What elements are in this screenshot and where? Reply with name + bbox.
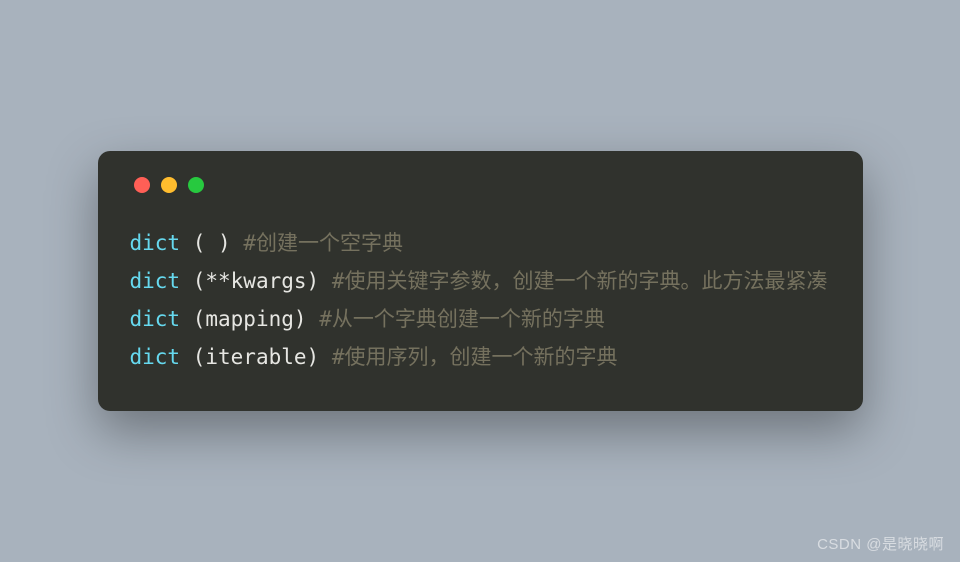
code-line: dict (iterable) #使用序列，创建一个新的字典 [130, 339, 831, 377]
code-line: dict (**kwargs) #使用关键字参数，创建一个新的字典。此方法最紧凑 [130, 263, 831, 301]
window-controls [134, 177, 831, 193]
watermark: CSDN @是晓晓啊 [817, 533, 944, 554]
code-paren: ( [180, 269, 205, 293]
code-comment: #使用关键字参数，创建一个新的字典。此方法最紧凑 [332, 269, 828, 293]
code-keyword: dict [130, 307, 181, 331]
code-arg: iterable [205, 345, 306, 369]
code-window: dict ( ) #创建一个空字典 dict (**kwargs) #使用关键字… [98, 151, 863, 410]
code-paren: ) [218, 231, 243, 255]
code-line: dict (mapping) #从一个字典创建一个新的字典 [130, 301, 831, 339]
code-keyword: dict [130, 345, 181, 369]
code-comment: #创建一个空字典 [243, 231, 403, 255]
close-icon[interactable] [134, 177, 150, 193]
code-paren: ( [180, 231, 218, 255]
code-paren: ( [180, 307, 205, 331]
code-keyword: dict [130, 231, 181, 255]
code-arg: mapping [205, 307, 294, 331]
code-block: dict ( ) #创建一个空字典 dict (**kwargs) #使用关键字… [130, 225, 831, 376]
maximize-icon[interactable] [188, 177, 204, 193]
code-keyword: dict [130, 269, 181, 293]
code-comment: #从一个字典创建一个新的字典 [319, 307, 605, 331]
minimize-icon[interactable] [161, 177, 177, 193]
code-paren: ) [307, 345, 332, 369]
code-line: dict ( ) #创建一个空字典 [130, 225, 831, 263]
code-paren: ) [294, 307, 319, 331]
code-arg: **kwargs [205, 269, 306, 293]
code-paren: ) [307, 269, 332, 293]
code-comment: #使用序列，创建一个新的字典 [332, 345, 618, 369]
code-paren: ( [180, 345, 205, 369]
